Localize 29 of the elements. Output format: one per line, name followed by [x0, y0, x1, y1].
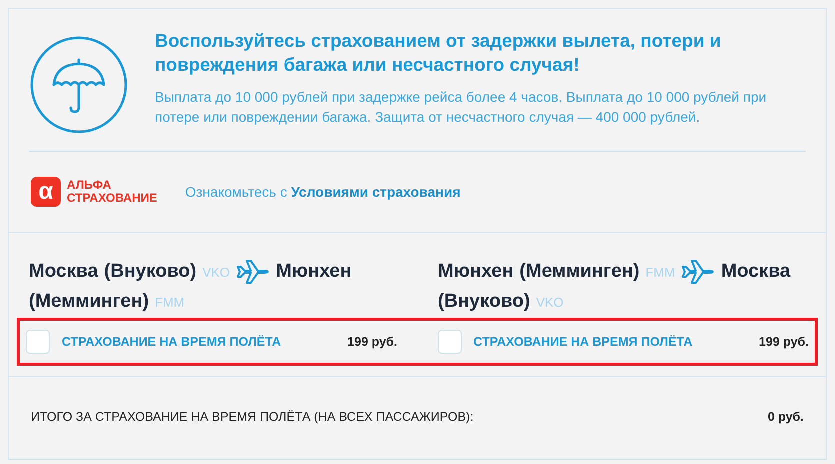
option-price: 199 руб. [759, 334, 809, 351]
airport-code: FMM [646, 264, 676, 282]
route-city: (Мемминген) [520, 260, 640, 284]
terms-text: Ознакомьтесь с Условиями страхования [185, 182, 461, 202]
route-city: Москва [721, 260, 791, 284]
airport-code: VKO [202, 264, 230, 282]
checkbox[interactable] [26, 330, 50, 354]
logo-text: АЛЬФА СТРАХОВАНИЕ [67, 179, 158, 205]
airplane-icon [681, 260, 716, 284]
umbrella-icon [29, 35, 129, 135]
route-city: (Мемминген) [29, 290, 150, 314]
airport-code: FMM [155, 294, 185, 312]
total-value: 0 руб. [768, 409, 804, 426]
route-city: (Внуково) [438, 290, 530, 314]
airport-code: VKO [536, 294, 564, 312]
route-city: (Внуково) [104, 260, 197, 284]
promo-title: Воспользуйтесь страхованием от задержки вылета, потери и повреждения багажа или несчастного случая! [155, 29, 722, 77]
option-label: СТРАХОВАНИЕ НА ВРЕМЯ ПОЛЁТА [474, 334, 693, 351]
route-city: Москва [29, 260, 98, 284]
promo-text: Выплата до 10 000 рублей при задержке рейса более 4 часов. Выплата до 10 000 рублей при потере или повреждении багажа. Защита от несчастного случая — 400 000 рублей. [155, 88, 768, 127]
option-price: 199 руб. [348, 334, 398, 351]
checkbox[interactable] [438, 330, 462, 354]
total-label: ИТОГО ЗА СТРАХОВАНИЕ НА ВРЕМЯ ПОЛЁТА (НА ВСЕХ ПАССАЖИРОВ): [31, 409, 474, 426]
option-label: СТРАХОВАНИЕ НА ВРЕМЯ ПОЛЁТА [62, 334, 282, 351]
route-city: Мюнхен [276, 260, 352, 284]
route-city: Мюнхен [438, 260, 514, 284]
logo-mark: α [31, 177, 61, 207]
terms-link[interactable]: Условиями страхования [291, 184, 461, 200]
airplane-icon [236, 260, 270, 284]
